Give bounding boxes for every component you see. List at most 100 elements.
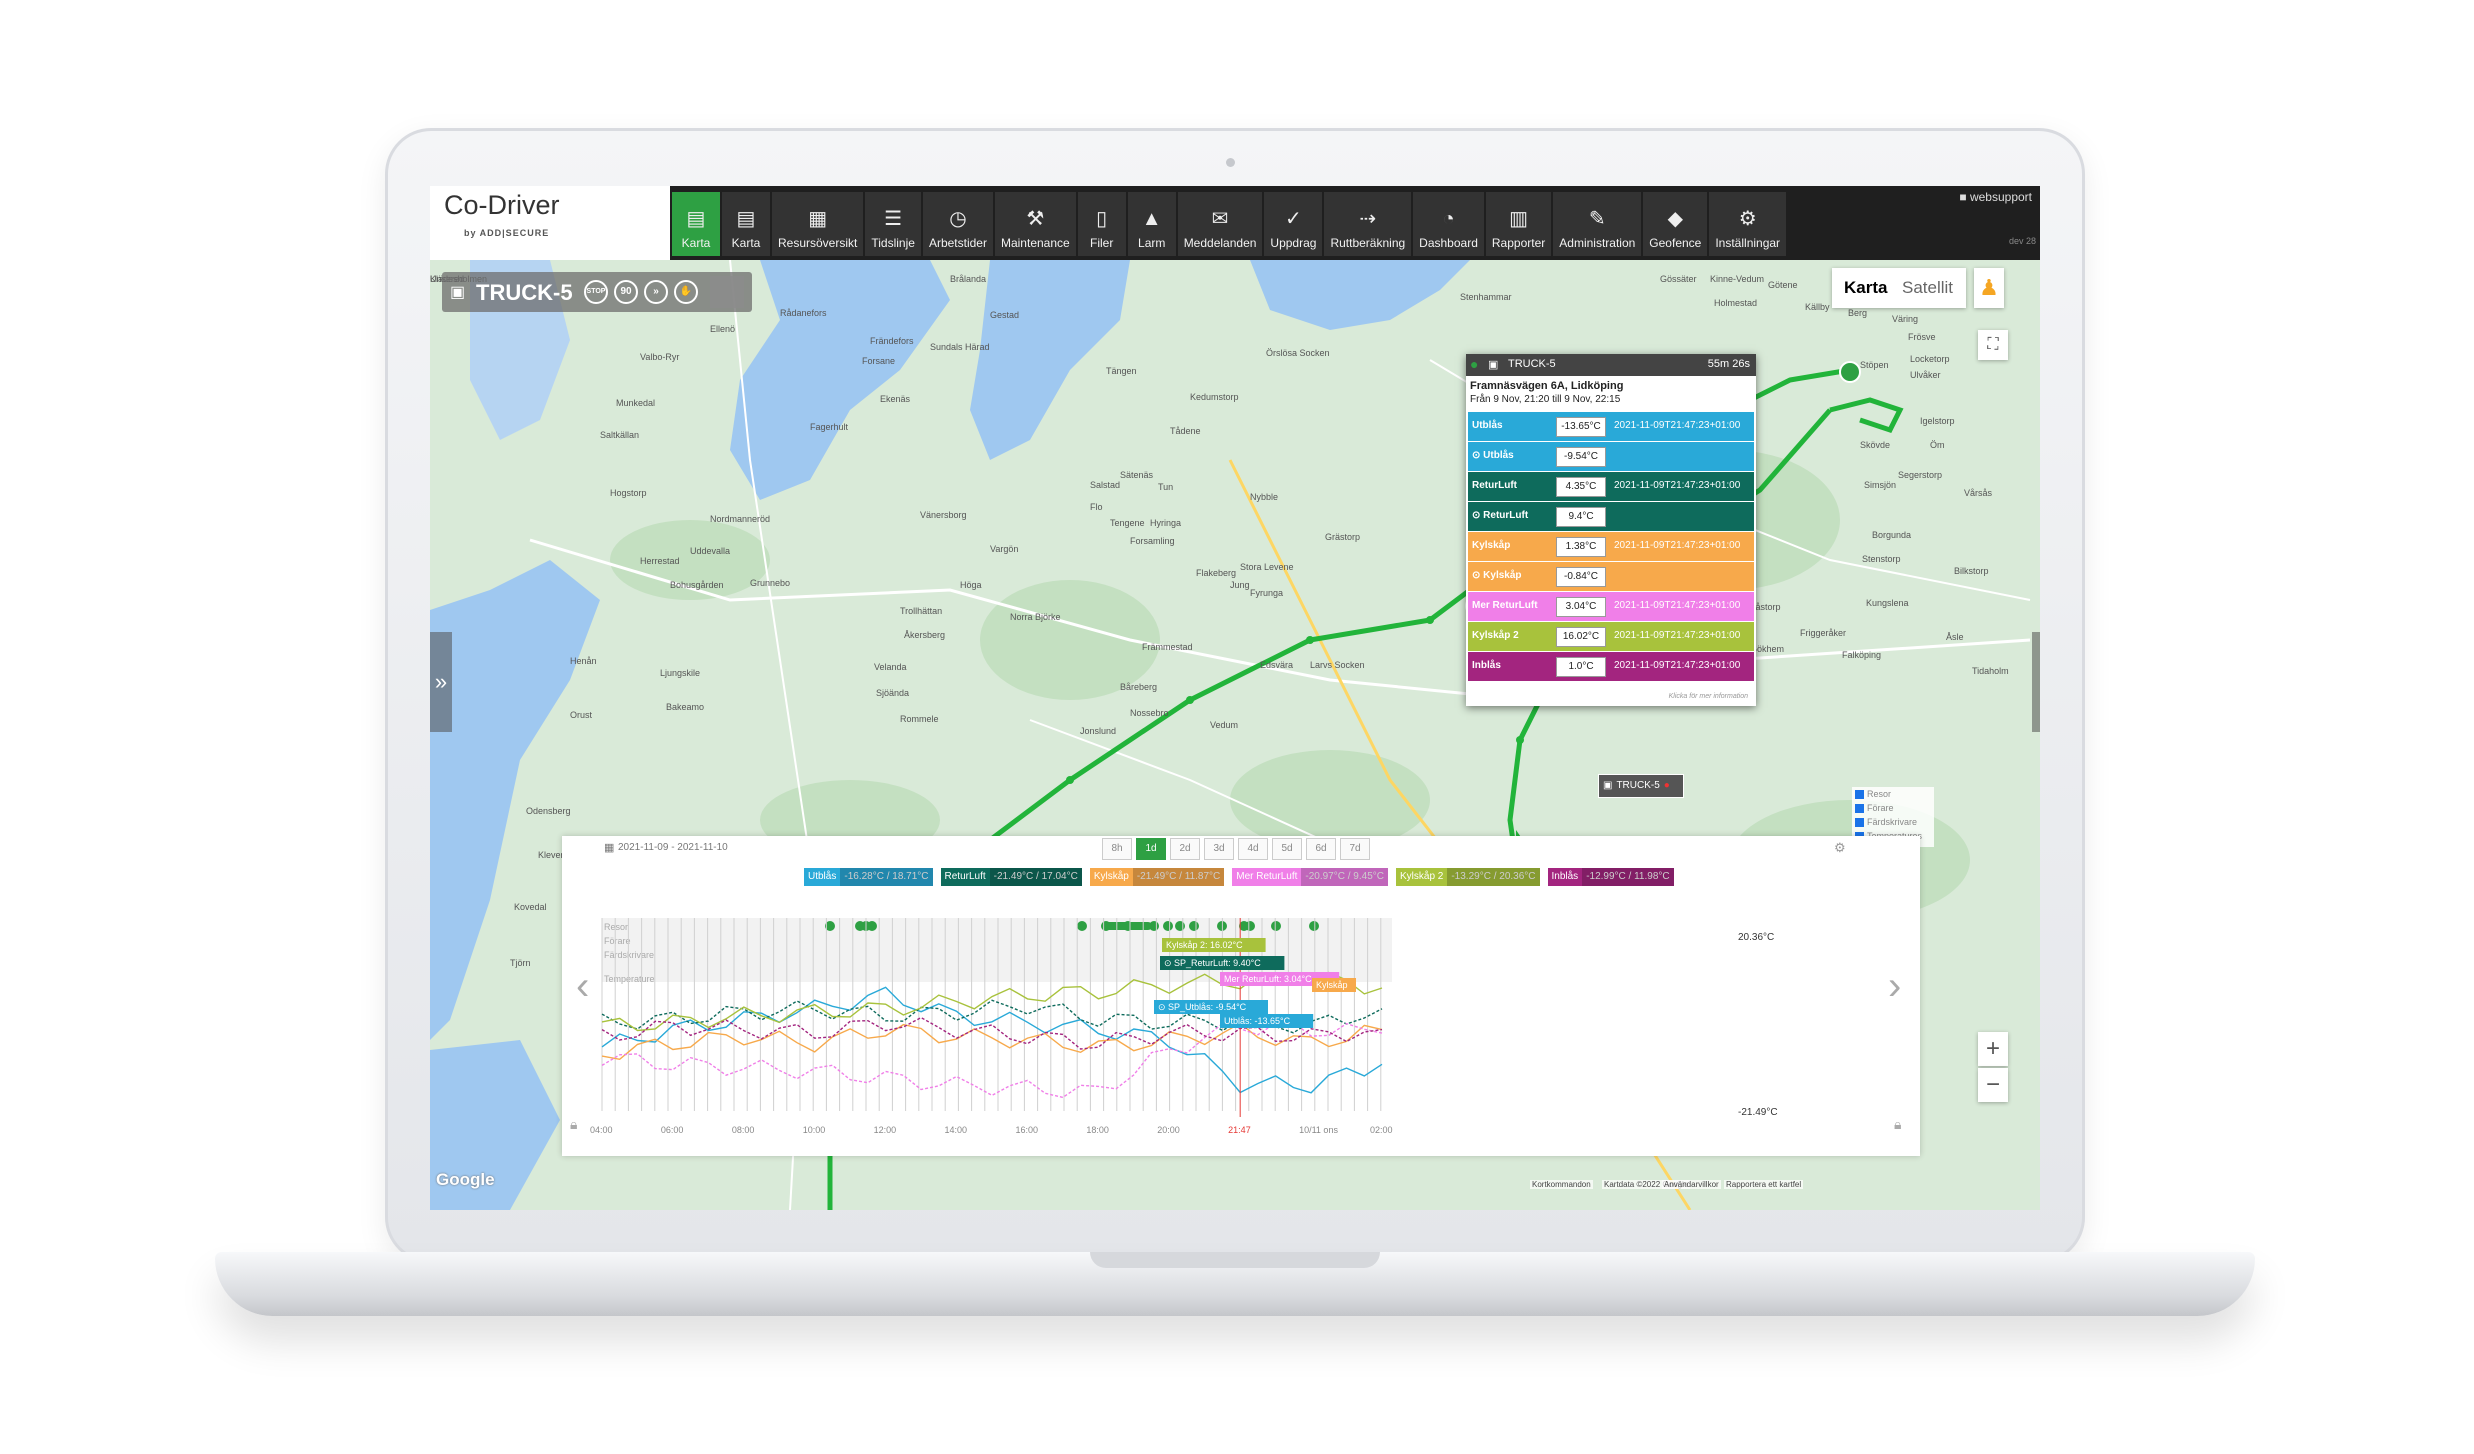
lock-icon[interactable]: 🔒︎	[570, 1116, 577, 1133]
popup-sensor-row[interactable]: Utblås -13.65°C 2021-11-09T21:47:23+01:00	[1468, 412, 1754, 441]
nav-item-label: Filer	[1090, 236, 1114, 250]
popup-sensor-row[interactable]: Kylskåp 2 16.02°C 2021-11-09T21:47:23+01:0…	[1468, 622, 1754, 651]
nav-item-resursöversikt[interactable]: ▦ Resursöversikt	[772, 192, 866, 256]
nav-item-ruttberäkning[interactable]: ⇢ Ruttberäkning	[1324, 192, 1414, 256]
map-place-label: Bakeamo	[666, 702, 705, 712]
sensor-name: Inblås	[1472, 660, 1501, 671]
follow-icon[interactable]	[710, 276, 744, 308]
popup-sensor-row[interactable]: ⊙ Kylskåp -0.84°C	[1468, 562, 1754, 591]
attribution-link[interactable]: Kortkommandon	[1530, 1180, 1593, 1189]
brand-vendor: by ADD|SECURE	[464, 228, 550, 238]
nav-item-label: Geofence	[1649, 236, 1702, 250]
map-place-label: Vårsås	[1964, 488, 1993, 498]
map-place-label: Ellenö	[710, 324, 736, 334]
user-menu[interactable]: ■ websupport	[1959, 190, 2032, 204]
nav-item-meddelanden[interactable]: ✉ Meddelanden	[1177, 192, 1265, 256]
x-tick-label: 10/11 ons	[1299, 1125, 1338, 1135]
x-tick-label: 16:00	[1015, 1125, 1038, 1135]
pegman-icon[interactable]: ♟	[1974, 268, 2004, 308]
worktime-icon: ◷	[949, 208, 967, 230]
nav-item-karta[interactable]: ▤ Karta	[672, 192, 722, 256]
map-place-label: Forsane	[862, 356, 896, 366]
map-place-label: Åsle	[1946, 632, 1964, 642]
map-place-label: Bohusgården	[670, 580, 724, 590]
zoom-out-button[interactable]: −	[1978, 1068, 2008, 1102]
fast-forward-icon[interactable]: »	[644, 280, 668, 304]
nav-item-tidslinje[interactable]: ☰ Tidslinje	[865, 192, 923, 256]
chart-prev-icon[interactable]: ‹	[576, 964, 589, 1009]
brand-logo[interactable]: Co-Driver by ADD|SECURE	[430, 186, 670, 260]
status-dot-icon: ●	[1470, 356, 1479, 372]
timeline-icon: ☰	[884, 208, 903, 230]
nav-item-label: Maintenance	[1000, 236, 1070, 250]
popup-sensor-row[interactable]: ⊙ ReturLuft 9.4°C	[1468, 502, 1754, 531]
vehicle-marker[interactable]: ▣ TRUCK-5 ●	[1598, 774, 1684, 798]
nav-item-dashboard[interactable]: ◔ Dashboard	[1413, 192, 1486, 256]
nav-item-geofence[interactable]: ◆ Geofence	[1643, 192, 1710, 256]
nav-item-label: Resursöversikt	[778, 236, 858, 250]
map-place-label: Främmestad	[1142, 642, 1193, 652]
nav-item-larm[interactable]: ▲ Larm	[1127, 192, 1178, 256]
map-view[interactable]: Brålanda Gestad Rådanefors Frändefors Sundal…	[430, 260, 2040, 1210]
temperature-chart[interactable]: Resor Förare Färdskrivare Temperature 04:00 0…	[562, 836, 1920, 1156]
nav-item-maintenance[interactable]: ⚒ Maintenance	[994, 192, 1078, 256]
nav-item-inställningar[interactable]: ⚙ Inställningar	[1709, 192, 1789, 256]
sensor-value: 1.0°C	[1556, 657, 1606, 677]
attribution-link[interactable]: Användarvillkor	[1662, 1180, 1721, 1189]
nav-item-filer[interactable]: ▯ Filer	[1077, 192, 1128, 256]
popup-sensor-row[interactable]: Inblås 1.0°C 2021-11-09T21:47:23+01:00	[1468, 652, 1754, 681]
nav-item-uppdrag[interactable]: ✓ Uppdrag	[1264, 192, 1325, 256]
fullscreen-icon[interactable]: ⛶	[1978, 330, 2008, 360]
nav-item-rapporter[interactable]: ▥ Rapporter	[1485, 192, 1554, 256]
map-place-label: Tängen	[1106, 366, 1137, 376]
map-type-map[interactable]: Karta	[1844, 278, 1887, 298]
sensor-value: 9.4°C	[1556, 507, 1606, 527]
right-panel-toggle[interactable]	[2032, 632, 2040, 732]
map-place-label: Fyrunga	[1250, 588, 1284, 598]
zoom-in-button[interactable]: +	[1978, 1032, 2008, 1066]
map-type-satellite[interactable]: Satellit	[1902, 278, 1953, 298]
popup-sensor-row[interactable]: Mer ReturLuft 3.04°C 2021-11-09T21:47:23+0…	[1468, 592, 1754, 621]
chart-next-icon[interactable]: ›	[1888, 964, 1901, 1009]
sensor-value: -13.65°C	[1556, 417, 1606, 437]
popup-sensor-row[interactable]: ReturLuft 4.35°C 2021-11-09T21:47:23+01:00	[1468, 472, 1754, 501]
legend-item-fardskrivare[interactable]: Färdskrivare	[1852, 815, 1934, 829]
nav-item-label: Karta	[731, 236, 761, 250]
truck-icon: ▣	[1488, 359, 1499, 371]
attribution-link[interactable]: Rapportera ett kartfel	[1724, 1180, 1804, 1189]
map-place-label: Holmestad	[1714, 298, 1758, 308]
map-place-label: Ljungskile	[660, 668, 701, 678]
stop-icon[interactable]: STOP	[584, 280, 608, 304]
lock-icon[interactable]: 🔒︎	[1894, 1116, 1901, 1133]
sensor-name: ⊙ Kylskåp	[1472, 570, 1522, 581]
map-place-label: Ekenäs	[880, 394, 911, 404]
nav-item-label: Tidslinje	[871, 236, 915, 250]
nav-item-arbetstider[interactable]: ◷ Arbetstider	[922, 192, 995, 256]
x-tick-label: 12:00	[874, 1125, 897, 1135]
sensor-time: 2021-11-09T21:47:23+01:00	[1614, 540, 1741, 551]
resources-icon: ▦	[808, 208, 828, 230]
google-logo: Google	[436, 1170, 495, 1189]
popup-sensor-row[interactable]: ⊙ Utblås -9.54°C	[1468, 442, 1754, 471]
chart-tooltip-text: Kylskåp 2: 16.02°C	[1166, 940, 1243, 950]
legend-item-forare[interactable]: Förare	[1852, 801, 1934, 815]
expand-sidebar-icon[interactable]: »	[430, 632, 452, 732]
map-place-label: Odensberg	[526, 806, 571, 816]
vehicle-info-bar[interactable]: ▣ TRUCK-5 STOP 90 » ✋	[442, 272, 752, 312]
hand-icon[interactable]: ✋	[674, 280, 698, 304]
stop-marker	[1839, 361, 1861, 383]
x-tick-label: 14:00	[945, 1125, 968, 1135]
map-place-label: Igelstorp	[1920, 416, 1955, 426]
popup-sensor-row[interactable]: Kylskåp 1.38°C 2021-11-09T21:47:23+01:00	[1468, 532, 1754, 561]
sensor-name: ⊙ ReturLuft	[1472, 510, 1529, 521]
legend-item-resor[interactable]: Resor	[1852, 787, 1934, 801]
map-place-label: Båreberg	[1120, 682, 1158, 692]
speed-limit-icon[interactable]: 90	[614, 280, 638, 304]
nav-item-label: Arbetstider	[928, 236, 987, 250]
map-place-label: Grästorp	[1325, 532, 1361, 542]
nav-item-administration[interactable]: ✎ Administration	[1553, 192, 1644, 256]
truck-icon: ▣	[1603, 780, 1613, 791]
vehicle-info-popup[interactable]: ● ▣ TRUCK-5 55m 26s Framnäsvägen 6A, Lid…	[1466, 354, 1756, 706]
map-place-label: Nossebro	[1130, 708, 1169, 718]
nav-item-karta[interactable]: ▤ Karta	[722, 192, 772, 256]
